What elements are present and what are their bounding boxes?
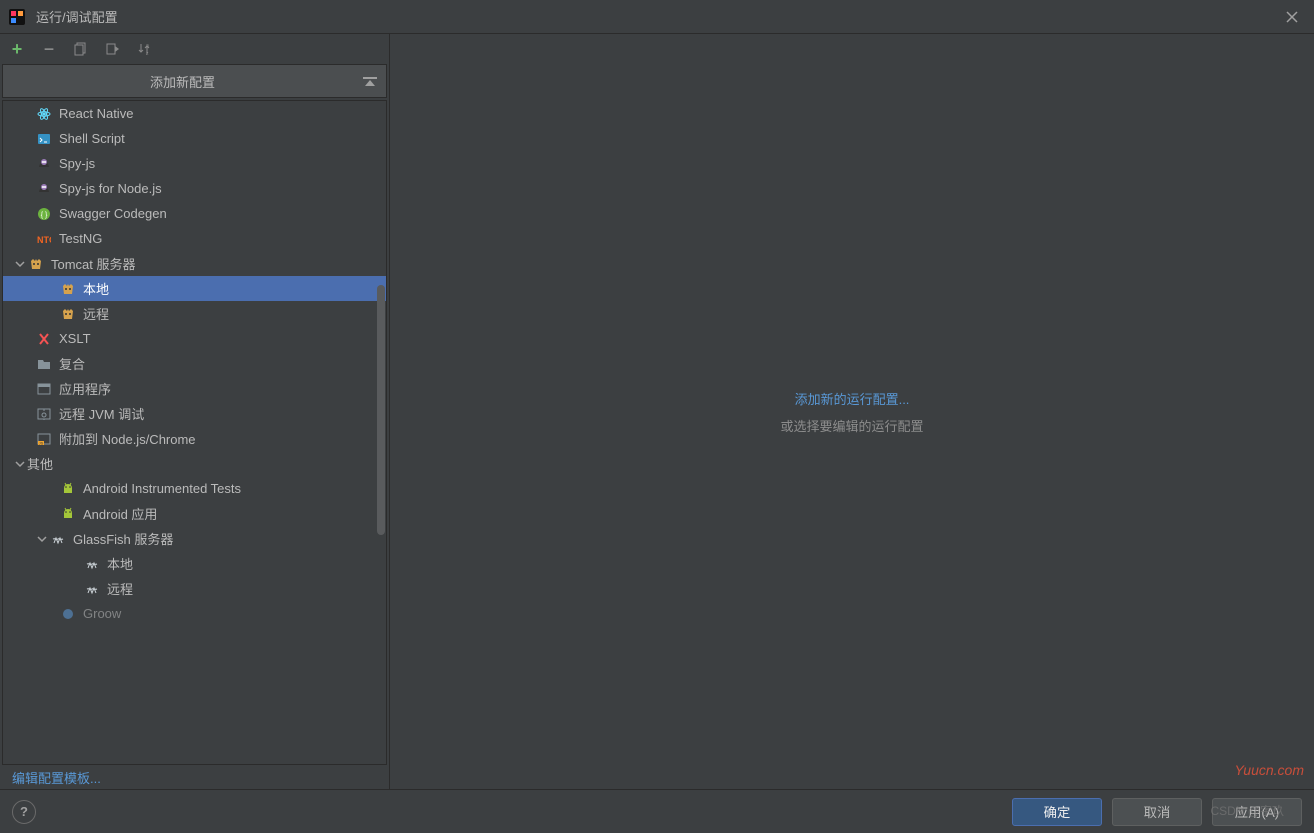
tomcat-icon bbox=[27, 257, 45, 271]
chevron-down-icon[interactable] bbox=[35, 534, 49, 544]
glassfish-icon bbox=[49, 532, 67, 546]
app-icon bbox=[35, 382, 53, 396]
tree-item-label: Tomcat 服务器 bbox=[51, 254, 136, 273]
tree-item-label: XSLT bbox=[59, 331, 91, 346]
tree-item-label: 远程 bbox=[107, 579, 133, 598]
config-tree[interactable]: React Native Shell Script Spy-js Spy-js for… bbox=[3, 101, 386, 764]
help-button[interactable]: ? bbox=[12, 800, 36, 824]
glassfish-icon bbox=[83, 582, 101, 596]
svg-text:JS: JS bbox=[39, 440, 44, 445]
svg-text:{ }: { } bbox=[41, 212, 48, 219]
tree-item[interactable]: Shell Script bbox=[3, 126, 386, 151]
main-panel: 添加新的运行配置... 或选择要编辑的运行配置 bbox=[390, 34, 1314, 789]
nodejs-icon: JS bbox=[35, 432, 53, 446]
tree-item-label: 本地 bbox=[83, 279, 109, 298]
tree-item[interactable]: 复合 bbox=[3, 351, 386, 376]
edit-templates-link[interactable]: 编辑配置模板... bbox=[12, 768, 101, 787]
add-button[interactable]: + bbox=[8, 40, 26, 58]
tree-item[interactable]: NTG TestNG bbox=[3, 226, 386, 251]
tree-item-label: 其他 bbox=[27, 454, 53, 473]
tree-item-label: 复合 bbox=[59, 354, 85, 373]
tree-item-label: GlassFish 服务器 bbox=[73, 529, 173, 548]
close-icon[interactable] bbox=[1278, 3, 1306, 31]
apply-button[interactable]: 应用(A) bbox=[1212, 798, 1302, 826]
tree-item-label: 远程 JVM 调试 bbox=[59, 404, 144, 423]
glassfish-icon bbox=[83, 557, 101, 571]
tree-item[interactable]: 本地 bbox=[3, 551, 386, 576]
tree-item[interactable]: 远程 JVM 调试 bbox=[3, 401, 386, 426]
svg-text:z: z bbox=[146, 51, 149, 56]
testng-icon: NTG bbox=[35, 233, 53, 245]
collapse-all-icon[interactable] bbox=[362, 77, 378, 86]
react-icon bbox=[35, 107, 53, 121]
android-icon bbox=[59, 507, 77, 521]
cancel-button[interactable]: 取消 bbox=[1112, 798, 1202, 826]
tree-item[interactable]: 其他 bbox=[3, 451, 386, 476]
tree-item-label: 远程 bbox=[83, 304, 109, 323]
tree-item[interactable]: Android 应用 bbox=[3, 501, 386, 526]
remove-button[interactable]: − bbox=[40, 40, 58, 58]
titlebar: 运行/调试配置 bbox=[0, 0, 1314, 34]
tree-item-label: Spy-js bbox=[59, 156, 95, 171]
shell-icon bbox=[35, 132, 53, 146]
window-title: 运行/调试配置 bbox=[36, 7, 1278, 26]
android-icon bbox=[59, 482, 77, 496]
tree-item-label: Shell Script bbox=[59, 131, 125, 146]
tree-item-label: 本地 bbox=[107, 554, 133, 573]
xslt-icon bbox=[35, 332, 53, 346]
tree-item-label: 附加到 Node.js/Chrome bbox=[59, 429, 196, 448]
scrollbar-thumb[interactable] bbox=[377, 285, 385, 535]
tree-item-label: 应用程序 bbox=[59, 379, 111, 398]
or-select-text: 或选择要编辑的运行配置 bbox=[780, 416, 923, 435]
save-template-icon[interactable] bbox=[104, 40, 122, 58]
tree-item[interactable]: Spy-js bbox=[3, 151, 386, 176]
svg-text:NTG: NTG bbox=[37, 235, 51, 245]
ok-button[interactable]: 确定 bbox=[1012, 798, 1102, 826]
sort-icon[interactable]: az bbox=[136, 40, 154, 58]
spyjs-icon bbox=[35, 157, 53, 171]
tree-item[interactable]: JS 附加到 Node.js/Chrome bbox=[3, 426, 386, 451]
tree-item[interactable]: 远程 bbox=[3, 576, 386, 601]
tree-item-label: Android 应用 bbox=[83, 504, 157, 523]
tree-item-label: Groow bbox=[83, 606, 121, 621]
tree-item[interactable]: React Native bbox=[3, 101, 386, 126]
toolbar: + − az bbox=[0, 34, 389, 64]
footer: ? 确定 取消 应用(A) bbox=[0, 789, 1314, 833]
svg-text:a: a bbox=[146, 43, 149, 49]
folder-icon bbox=[35, 357, 53, 371]
tree-item-label: TestNG bbox=[59, 231, 102, 246]
add-new-config-label: 添加新配置 bbox=[3, 72, 362, 91]
groovy-icon bbox=[59, 607, 77, 621]
tree-item[interactable]: Groow bbox=[3, 601, 386, 626]
tree-item-label: React Native bbox=[59, 106, 133, 121]
tree-item-label: Spy-js for Node.js bbox=[59, 181, 162, 196]
chevron-down-icon[interactable] bbox=[13, 259, 27, 269]
tree-item[interactable]: 本地 bbox=[3, 276, 386, 301]
tomcat-icon bbox=[59, 307, 77, 321]
tree-item[interactable]: 远程 bbox=[3, 301, 386, 326]
copy-icon[interactable] bbox=[72, 40, 90, 58]
jvm-icon bbox=[35, 407, 53, 421]
swagger-icon: { } bbox=[35, 207, 53, 221]
add-new-config-header[interactable]: 添加新配置 bbox=[2, 64, 387, 98]
sidebar: + − az 添加新配置 React Native Shell Script Spy… bbox=[0, 34, 390, 789]
add-new-run-config-link[interactable]: 添加新的运行配置... bbox=[795, 389, 910, 408]
spyjs-icon bbox=[35, 182, 53, 196]
tree-item[interactable]: Spy-js for Node.js bbox=[3, 176, 386, 201]
tree-item-label: Swagger Codegen bbox=[59, 206, 167, 221]
app-logo-icon bbox=[8, 8, 26, 26]
tree-item[interactable]: Tomcat 服务器 bbox=[3, 251, 386, 276]
tree-item[interactable]: Android Instrumented Tests bbox=[3, 476, 386, 501]
tree-item[interactable]: { } Swagger Codegen bbox=[3, 201, 386, 226]
tree-item-label: Android Instrumented Tests bbox=[83, 481, 241, 496]
tree-item[interactable]: GlassFish 服务器 bbox=[3, 526, 386, 551]
chevron-down-icon[interactable] bbox=[13, 459, 27, 469]
tree-item[interactable]: 应用程序 bbox=[3, 376, 386, 401]
tree-item[interactable]: XSLT bbox=[3, 326, 386, 351]
tomcat-icon bbox=[59, 282, 77, 296]
